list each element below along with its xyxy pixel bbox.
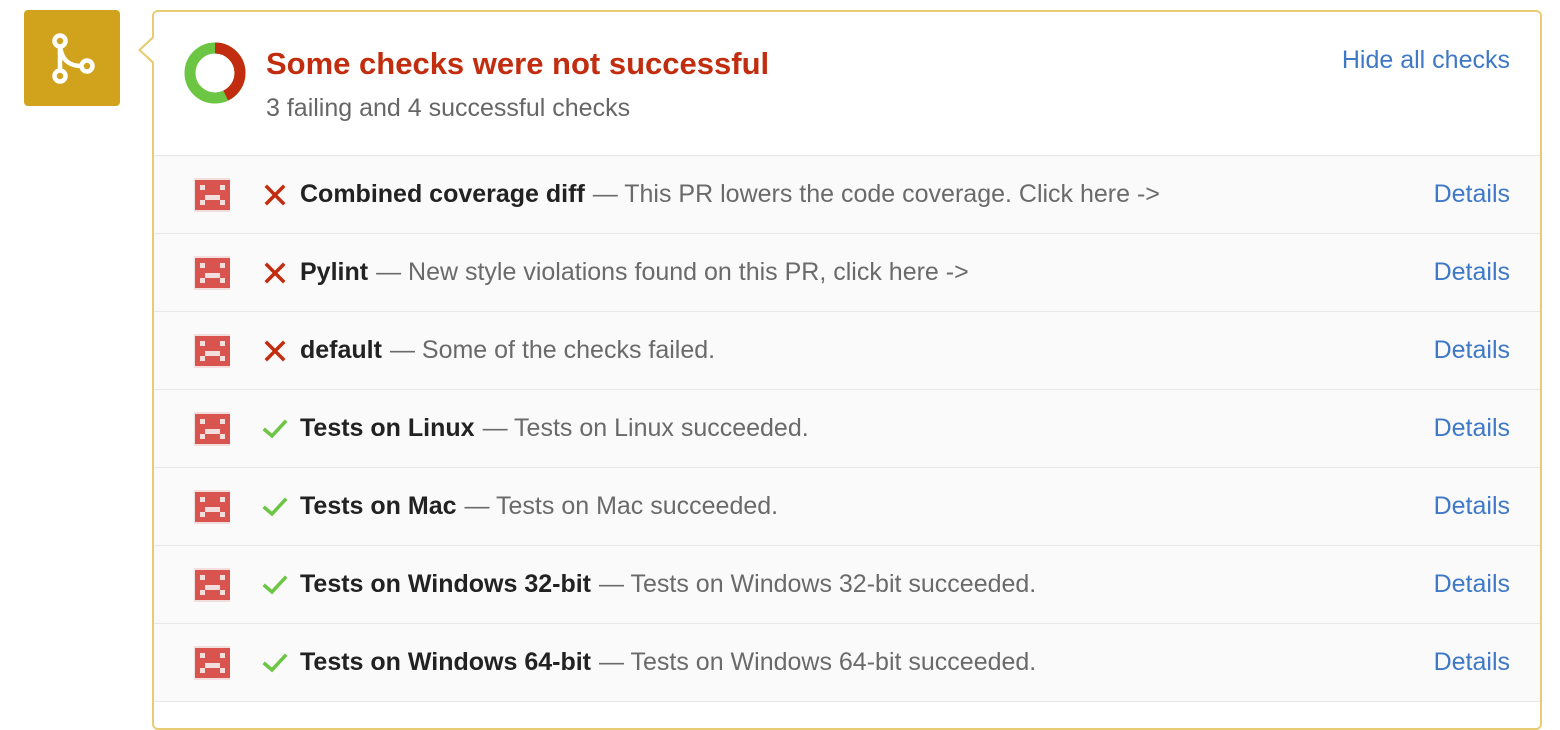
success-check-icon bbox=[262, 575, 288, 595]
check-details-link[interactable]: Details bbox=[1434, 156, 1510, 233]
success-check-icon bbox=[262, 497, 288, 517]
check-name: Combined coverage diff bbox=[300, 180, 585, 208]
panel-pointer-fill bbox=[141, 38, 154, 62]
checks-summary-header: Some checks were not successful 3 failin… bbox=[154, 12, 1540, 156]
check-text: Tests on Windows 32-bit — Tests on Window… bbox=[300, 546, 1036, 623]
check-text: Tests on Linux — Tests on Linux succeeded… bbox=[300, 390, 809, 467]
ci-app-avatar-icon bbox=[194, 256, 230, 290]
check-row: Tests on Linux — Tests on Linux succeeded… bbox=[154, 390, 1540, 468]
failure-x-icon bbox=[264, 262, 286, 284]
check-description: — Some of the checks failed. bbox=[389, 336, 716, 364]
check-details-link[interactable]: Details bbox=[1434, 234, 1510, 311]
check-name: Pylint bbox=[300, 258, 369, 286]
check-text: Pylint — New style violations found on th… bbox=[300, 234, 969, 311]
check-text: Tests on Mac — Tests on Mac succeeded. bbox=[300, 468, 778, 545]
check-name: Tests on Windows 32-bit bbox=[300, 570, 591, 598]
check-text: Tests on Windows 64-bit — Tests on Window… bbox=[300, 624, 1036, 701]
check-description: — Tests on Linux succeeded. bbox=[482, 414, 809, 442]
success-check-icon bbox=[262, 653, 288, 673]
checks-status-donut-icon bbox=[184, 42, 246, 104]
check-row: default — Some of the checks failed. Detai… bbox=[154, 312, 1540, 390]
hide-all-checks-link[interactable]: Hide all checks bbox=[1342, 46, 1510, 75]
failure-x-icon bbox=[264, 340, 286, 362]
check-details-link[interactable]: Details bbox=[1434, 312, 1510, 389]
checks-panel: Some checks were not successful 3 failin… bbox=[152, 10, 1542, 730]
ci-app-avatar-icon bbox=[194, 334, 230, 368]
check-name: Tests on Mac bbox=[300, 492, 457, 520]
check-name: default bbox=[300, 336, 382, 364]
check-description: — This PR lowers the code coverage. Clic… bbox=[592, 180, 1160, 208]
ci-app-avatar-icon bbox=[194, 178, 230, 212]
check-row: Tests on Windows 32-bit — Tests on Window… bbox=[154, 546, 1540, 624]
ci-app-avatar-icon bbox=[194, 568, 230, 602]
checks-summary-subtitle: 3 failing and 4 successful checks bbox=[266, 94, 631, 122]
check-description: — Tests on Windows 64-bit succeeded. bbox=[599, 648, 1037, 676]
checks-summary-title: Some checks were not successful bbox=[266, 46, 770, 81]
success-check-icon bbox=[262, 419, 288, 439]
check-description: — Tests on Mac succeeded. bbox=[464, 492, 779, 520]
checks-list: Combined coverage diff — This PR lowers t… bbox=[154, 156, 1540, 702]
check-description: — New style violations found on this PR,… bbox=[376, 258, 969, 286]
failure-x-icon bbox=[264, 184, 286, 206]
check-row: Combined coverage diff — This PR lowers t… bbox=[154, 156, 1540, 234]
check-description: — Tests on Windows 32-bit succeeded. bbox=[599, 570, 1037, 598]
check-details-link[interactable]: Details bbox=[1434, 546, 1510, 623]
check-row: Tests on Mac — Tests on Mac succeeded. Det… bbox=[154, 468, 1540, 546]
check-name: Tests on Linux bbox=[300, 414, 475, 442]
merge-status-badge bbox=[24, 10, 120, 106]
merge-branch-icon bbox=[52, 33, 95, 84]
ci-app-avatar-icon bbox=[194, 412, 230, 446]
check-details-link[interactable]: Details bbox=[1434, 624, 1510, 701]
check-text: default — Some of the checks failed. bbox=[300, 312, 715, 389]
check-details-link[interactable]: Details bbox=[1434, 468, 1510, 545]
ci-app-avatar-icon bbox=[194, 646, 230, 680]
check-text: Combined coverage diff — This PR lowers t… bbox=[300, 156, 1160, 233]
check-row: Pylint — New style violations found on th… bbox=[154, 234, 1540, 312]
ci-app-avatar-icon bbox=[194, 490, 230, 524]
check-row: Tests on Windows 64-bit — Tests on Window… bbox=[154, 624, 1540, 702]
check-details-link[interactable]: Details bbox=[1434, 390, 1510, 467]
check-name: Tests on Windows 64-bit bbox=[300, 648, 591, 676]
